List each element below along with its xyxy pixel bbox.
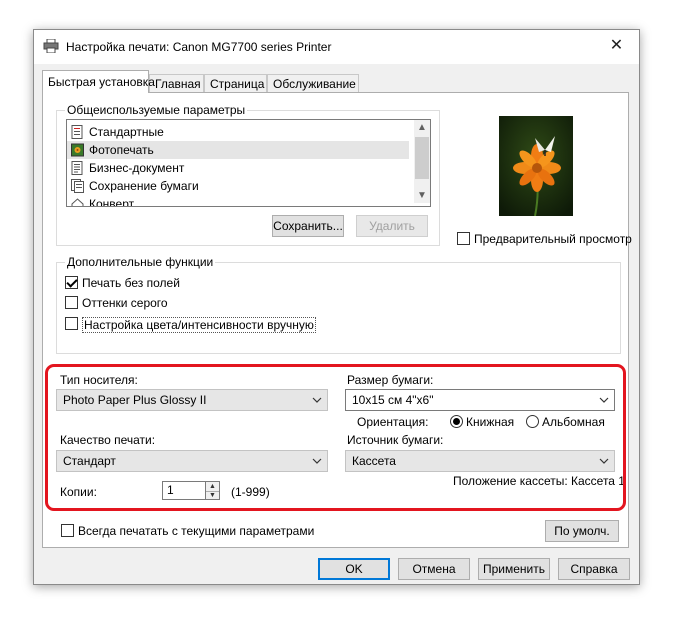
list-item[interactable]: Сохранение бумаги — [67, 177, 409, 195]
list-item[interactable]: Фотопечать — [67, 141, 409, 159]
always-print-label[interactable]: Всегда печатать с текущими параметрами — [78, 524, 314, 538]
ok-button[interactable]: OK — [318, 558, 390, 580]
business-doc-icon — [71, 161, 83, 175]
tab-main[interactable]: Главная — [149, 74, 204, 92]
scroll-thumb[interactable] — [415, 137, 429, 179]
preview-image — [499, 116, 573, 216]
list-scrollbar[interactable]: ▲ ▼ — [414, 120, 430, 203]
cancel-button[interactable]: Отмена — [398, 558, 470, 580]
envelope-icon — [71, 198, 84, 206]
standard-doc-icon — [71, 125, 83, 139]
manual-color-checkbox[interactable] — [65, 317, 78, 330]
printer-icon — [43, 39, 59, 53]
preview-checkbox[interactable] — [457, 232, 470, 245]
list-item-label: Фотопечать — [89, 143, 154, 157]
list-item[interactable]: Бизнес-документ — [67, 159, 409, 177]
grayscale-checkbox[interactable] — [65, 296, 78, 309]
help-button[interactable]: Справка — [558, 558, 630, 580]
list-item-label: Сохранение бумаги — [89, 179, 199, 193]
photo-print-icon — [71, 143, 84, 157]
additional-features-label: Дополнительные функции — [65, 255, 216, 269]
defaults-button[interactable]: По умолч. — [545, 520, 619, 542]
list-item[interactable]: Конверт — [67, 195, 409, 207]
close-button[interactable]: ✕ — [594, 30, 639, 64]
list-item-label: Бизнес-документ — [89, 161, 185, 175]
common-settings-label: Общеиспользуемые параметры — [65, 103, 248, 117]
list-item-label: Конверт — [89, 197, 135, 207]
grayscale-label[interactable]: Оттенки серого — [82, 296, 168, 310]
paper-saving-icon — [71, 179, 84, 193]
borderless-label[interactable]: Печать без полей — [82, 276, 180, 290]
tab-maintenance[interactable]: Обслуживание — [267, 74, 359, 92]
manual-color-label[interactable]: Настройка цвета/интенсивности вручную — [82, 317, 316, 333]
highlight-frame — [45, 364, 626, 511]
window-title: Настройка печати: Canon MG7700 series Pr… — [66, 40, 332, 54]
apply-button[interactable]: Применить — [478, 558, 550, 580]
list-item[interactable]: Стандартные — [67, 123, 409, 141]
delete-preset-button[interactable]: Удалить — [356, 215, 428, 237]
scroll-down-icon[interactable]: ▼ — [414, 188, 430, 204]
tab-page[interactable]: Страница — [204, 74, 267, 92]
list-item-label: Стандартные — [89, 125, 164, 139]
title-bar: Настройка печати: Canon MG7700 series Pr… — [34, 30, 639, 64]
common-settings-list[interactable]: Стандартные Фотопечать Бизнес-документ С… — [66, 119, 431, 207]
save-preset-button[interactable]: Сохранить... — [272, 215, 344, 237]
always-print-checkbox[interactable] — [61, 524, 74, 537]
preview-checkbox-label[interactable]: Предварительный просмотр — [474, 232, 632, 246]
scroll-up-icon[interactable]: ▲ — [414, 120, 430, 136]
borderless-checkbox[interactable] — [65, 276, 78, 289]
tab-quick-setup[interactable]: Быстрая установка — [42, 70, 155, 93]
